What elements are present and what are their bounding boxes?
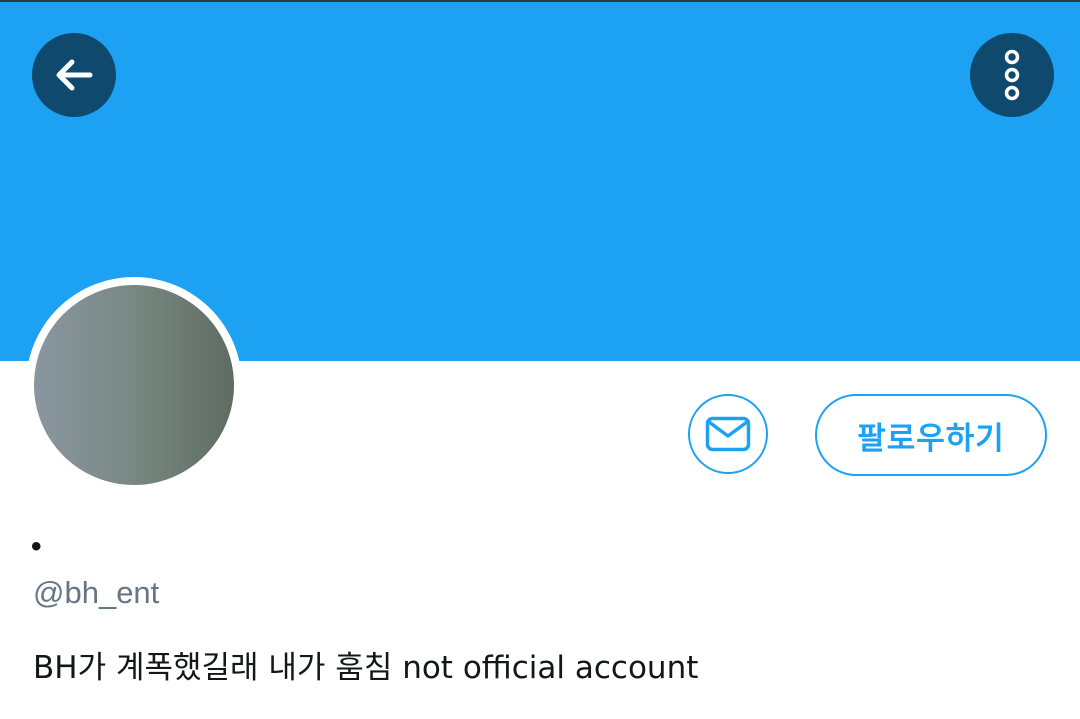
more-options-button[interactable] — [970, 33, 1054, 117]
display-name: • — [31, 530, 42, 563]
more-vertical-icon — [1004, 49, 1020, 101]
avatar[interactable] — [26, 277, 242, 493]
user-handle: @bh_ent — [33, 575, 160, 610]
arrow-left-icon — [56, 59, 93, 91]
avatar-image — [34, 285, 234, 485]
profile-bio: BH가 계폭했길래 내가 훔침 not official account — [33, 650, 699, 686]
profile-screen: 팔로우하기 • @bh_ent BH가 계폭했길래 내가 훔침 not offi… — [0, 0, 1080, 719]
follow-button-label: 팔로우하기 — [857, 420, 1005, 457]
back-button[interactable] — [32, 33, 116, 117]
envelope-icon — [705, 416, 751, 452]
message-button[interactable] — [688, 394, 768, 474]
follow-button[interactable]: 팔로우하기 — [815, 394, 1047, 476]
